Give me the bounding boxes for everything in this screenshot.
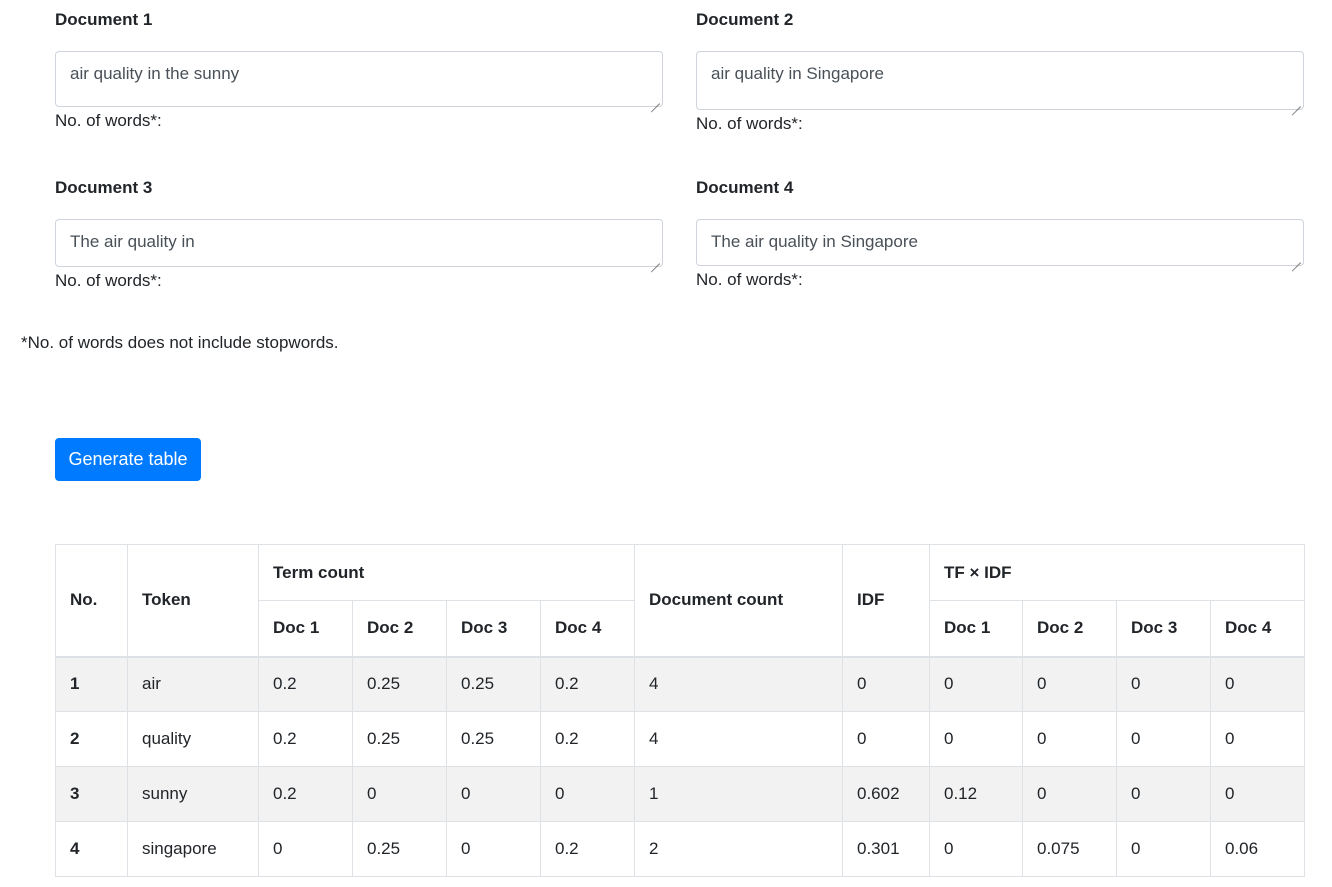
cell-tc-doc-2: 0.25 (352, 711, 447, 767)
document-4-word-count: No. of words*: (696, 270, 803, 289)
header-tc-doc-1: Doc 1 (258, 600, 353, 658)
cell-tfidf-doc-3: 0 (1116, 711, 1211, 767)
cell-document-count: 1 (634, 766, 843, 822)
cell-tfidf-doc-2: 0 (1022, 656, 1117, 712)
document-2-textarea[interactable]: air quality in Singapore (696, 51, 1304, 110)
stopwords-note: *No. of words does not include stopwords… (21, 333, 339, 352)
cell-tfidf-doc-1: 0 (929, 656, 1023, 712)
table-header-row: No. Token Term count Document count IDF … (55, 544, 1306, 658)
cell-no: 3 (55, 766, 128, 822)
document-2-text: air quality in Singapore (711, 64, 884, 83)
document-1-textarea[interactable]: air quality in the sunny (55, 51, 663, 107)
header-tfidf-doc-2: Doc 2 (1022, 600, 1117, 658)
table-row: 3 sunny 0.2 0 0 0 1 0.602 0.12 0 0 0 (55, 766, 1306, 822)
resize-handle-icon[interactable] (1292, 254, 1301, 263)
cell-token: air (127, 656, 259, 712)
cell-no: 2 (55, 711, 128, 767)
cell-tfidf-doc-1: 0.12 (929, 766, 1023, 822)
cell-token: sunny (127, 766, 259, 822)
cell-tfidf-doc-3: 0 (1116, 766, 1211, 822)
cell-idf: 0.602 (842, 766, 930, 822)
document-3-group: Document 3 The air quality in No. of wor… (55, 178, 663, 291)
cell-tc-doc-4: 0 (540, 766, 635, 822)
document-1-word-count: No. of words*: (55, 111, 162, 130)
cell-tfidf-doc-4: 0 (1209, 656, 1306, 712)
header-tc-doc-2: Doc 2 (352, 600, 447, 658)
document-2-word-count: No. of words*: (696, 114, 803, 133)
cell-idf: 0 (842, 656, 930, 712)
cell-token: singapore (127, 821, 259, 877)
cell-tfidf-doc-4: 0 (1209, 766, 1306, 822)
document-4-text: The air quality in Singapore (711, 232, 918, 251)
cell-no: 1 (55, 656, 128, 712)
cell-tc-doc-4: 0.2 (540, 821, 635, 877)
cell-document-count: 4 (634, 656, 843, 712)
cell-tfidf-doc-3: 0 (1116, 821, 1211, 877)
cell-document-count: 4 (634, 711, 843, 767)
cell-tc-doc-3: 0 (446, 766, 541, 822)
header-document-count: Document count (634, 544, 843, 658)
cell-token: quality (127, 711, 259, 767)
document-4-textarea[interactable]: The air quality in Singapore (696, 219, 1304, 266)
header-idf: IDF (842, 544, 930, 658)
cell-tc-doc-3: 0 (446, 821, 541, 877)
generate-table-button[interactable]: Generate table (55, 438, 201, 481)
document-1-text: air quality in the sunny (70, 64, 240, 83)
cell-tfidf-doc-3: 0 (1116, 656, 1211, 712)
tfidf-table: No. Token Term count Document count IDF … (55, 544, 1306, 877)
cell-tc-doc-3: 0.25 (446, 711, 541, 767)
cell-tfidf-doc-4: 0.06 (1209, 821, 1306, 877)
cell-tc-doc-4: 0.2 (540, 711, 635, 767)
table-row: 4 singapore 0 0.25 0 0.2 2 0.301 0 0.075… (55, 821, 1306, 877)
document-1-group: Document 1 air quality in the sunny No. … (55, 10, 663, 131)
cell-tfidf-doc-4: 0 (1209, 711, 1306, 767)
document-4-group: Document 4 The air quality in Singapore … (696, 178, 1304, 290)
cell-idf: 0.301 (842, 821, 930, 877)
header-tc-doc-4: Doc 4 (540, 600, 635, 658)
document-3-text: The air quality in (70, 232, 195, 251)
table-row: 2 quality 0.2 0.25 0.25 0.2 4 0 0 0 0 0 (55, 711, 1306, 767)
cell-tc-doc-2: 0 (352, 766, 447, 822)
header-token: Token (127, 544, 259, 658)
cell-idf: 0 (842, 711, 930, 767)
cell-tc-doc-2: 0.25 (352, 821, 447, 877)
header-tfidf-doc-4: Doc 4 (1209, 600, 1306, 658)
header-term-count: Term count (258, 544, 635, 601)
document-3-title: Document 3 (55, 178, 153, 197)
header-no: No. (55, 544, 128, 658)
cell-tfidf-doc-1: 0 (929, 711, 1023, 767)
cell-tc-doc-1: 0.2 (258, 766, 353, 822)
cell-tfidf-doc-2: 0 (1022, 766, 1117, 822)
cell-tc-doc-3: 0.25 (446, 656, 541, 712)
cell-tfidf-doc-2: 0.075 (1022, 821, 1117, 877)
cell-document-count: 2 (634, 821, 843, 877)
cell-tfidf-doc-2: 0 (1022, 711, 1117, 767)
resize-handle-icon[interactable] (1292, 98, 1301, 107)
document-1-title: Document 1 (55, 10, 153, 29)
header-tfidf-doc-1: Doc 1 (929, 600, 1023, 658)
document-4-title: Document 4 (696, 178, 794, 197)
header-tfidf: TF × IDF (928, 544, 1306, 601)
cell-tc-doc-4: 0.2 (540, 656, 635, 712)
cell-no: 4 (55, 821, 128, 877)
document-3-word-count: No. of words*: (55, 271, 162, 290)
resize-handle-icon[interactable] (651, 255, 660, 264)
cell-tc-doc-1: 0.2 (258, 711, 353, 767)
document-2-group: Document 2 air quality in Singapore No. … (696, 10, 1304, 134)
resize-handle-icon[interactable] (651, 95, 660, 104)
cell-tc-doc-1: 0 (258, 821, 353, 877)
table-row: 1 air 0.2 0.25 0.25 0.2 4 0 0 0 0 0 (55, 656, 1306, 712)
header-tfidf-doc-3: Doc 3 (1116, 600, 1211, 658)
document-2-title: Document 2 (696, 10, 794, 29)
cell-tc-doc-2: 0.25 (352, 656, 447, 712)
cell-tfidf-doc-1: 0 (929, 821, 1023, 877)
cell-tc-doc-1: 0.2 (258, 656, 353, 712)
header-tc-doc-3: Doc 3 (446, 600, 541, 658)
document-3-textarea[interactable]: The air quality in (55, 219, 663, 267)
